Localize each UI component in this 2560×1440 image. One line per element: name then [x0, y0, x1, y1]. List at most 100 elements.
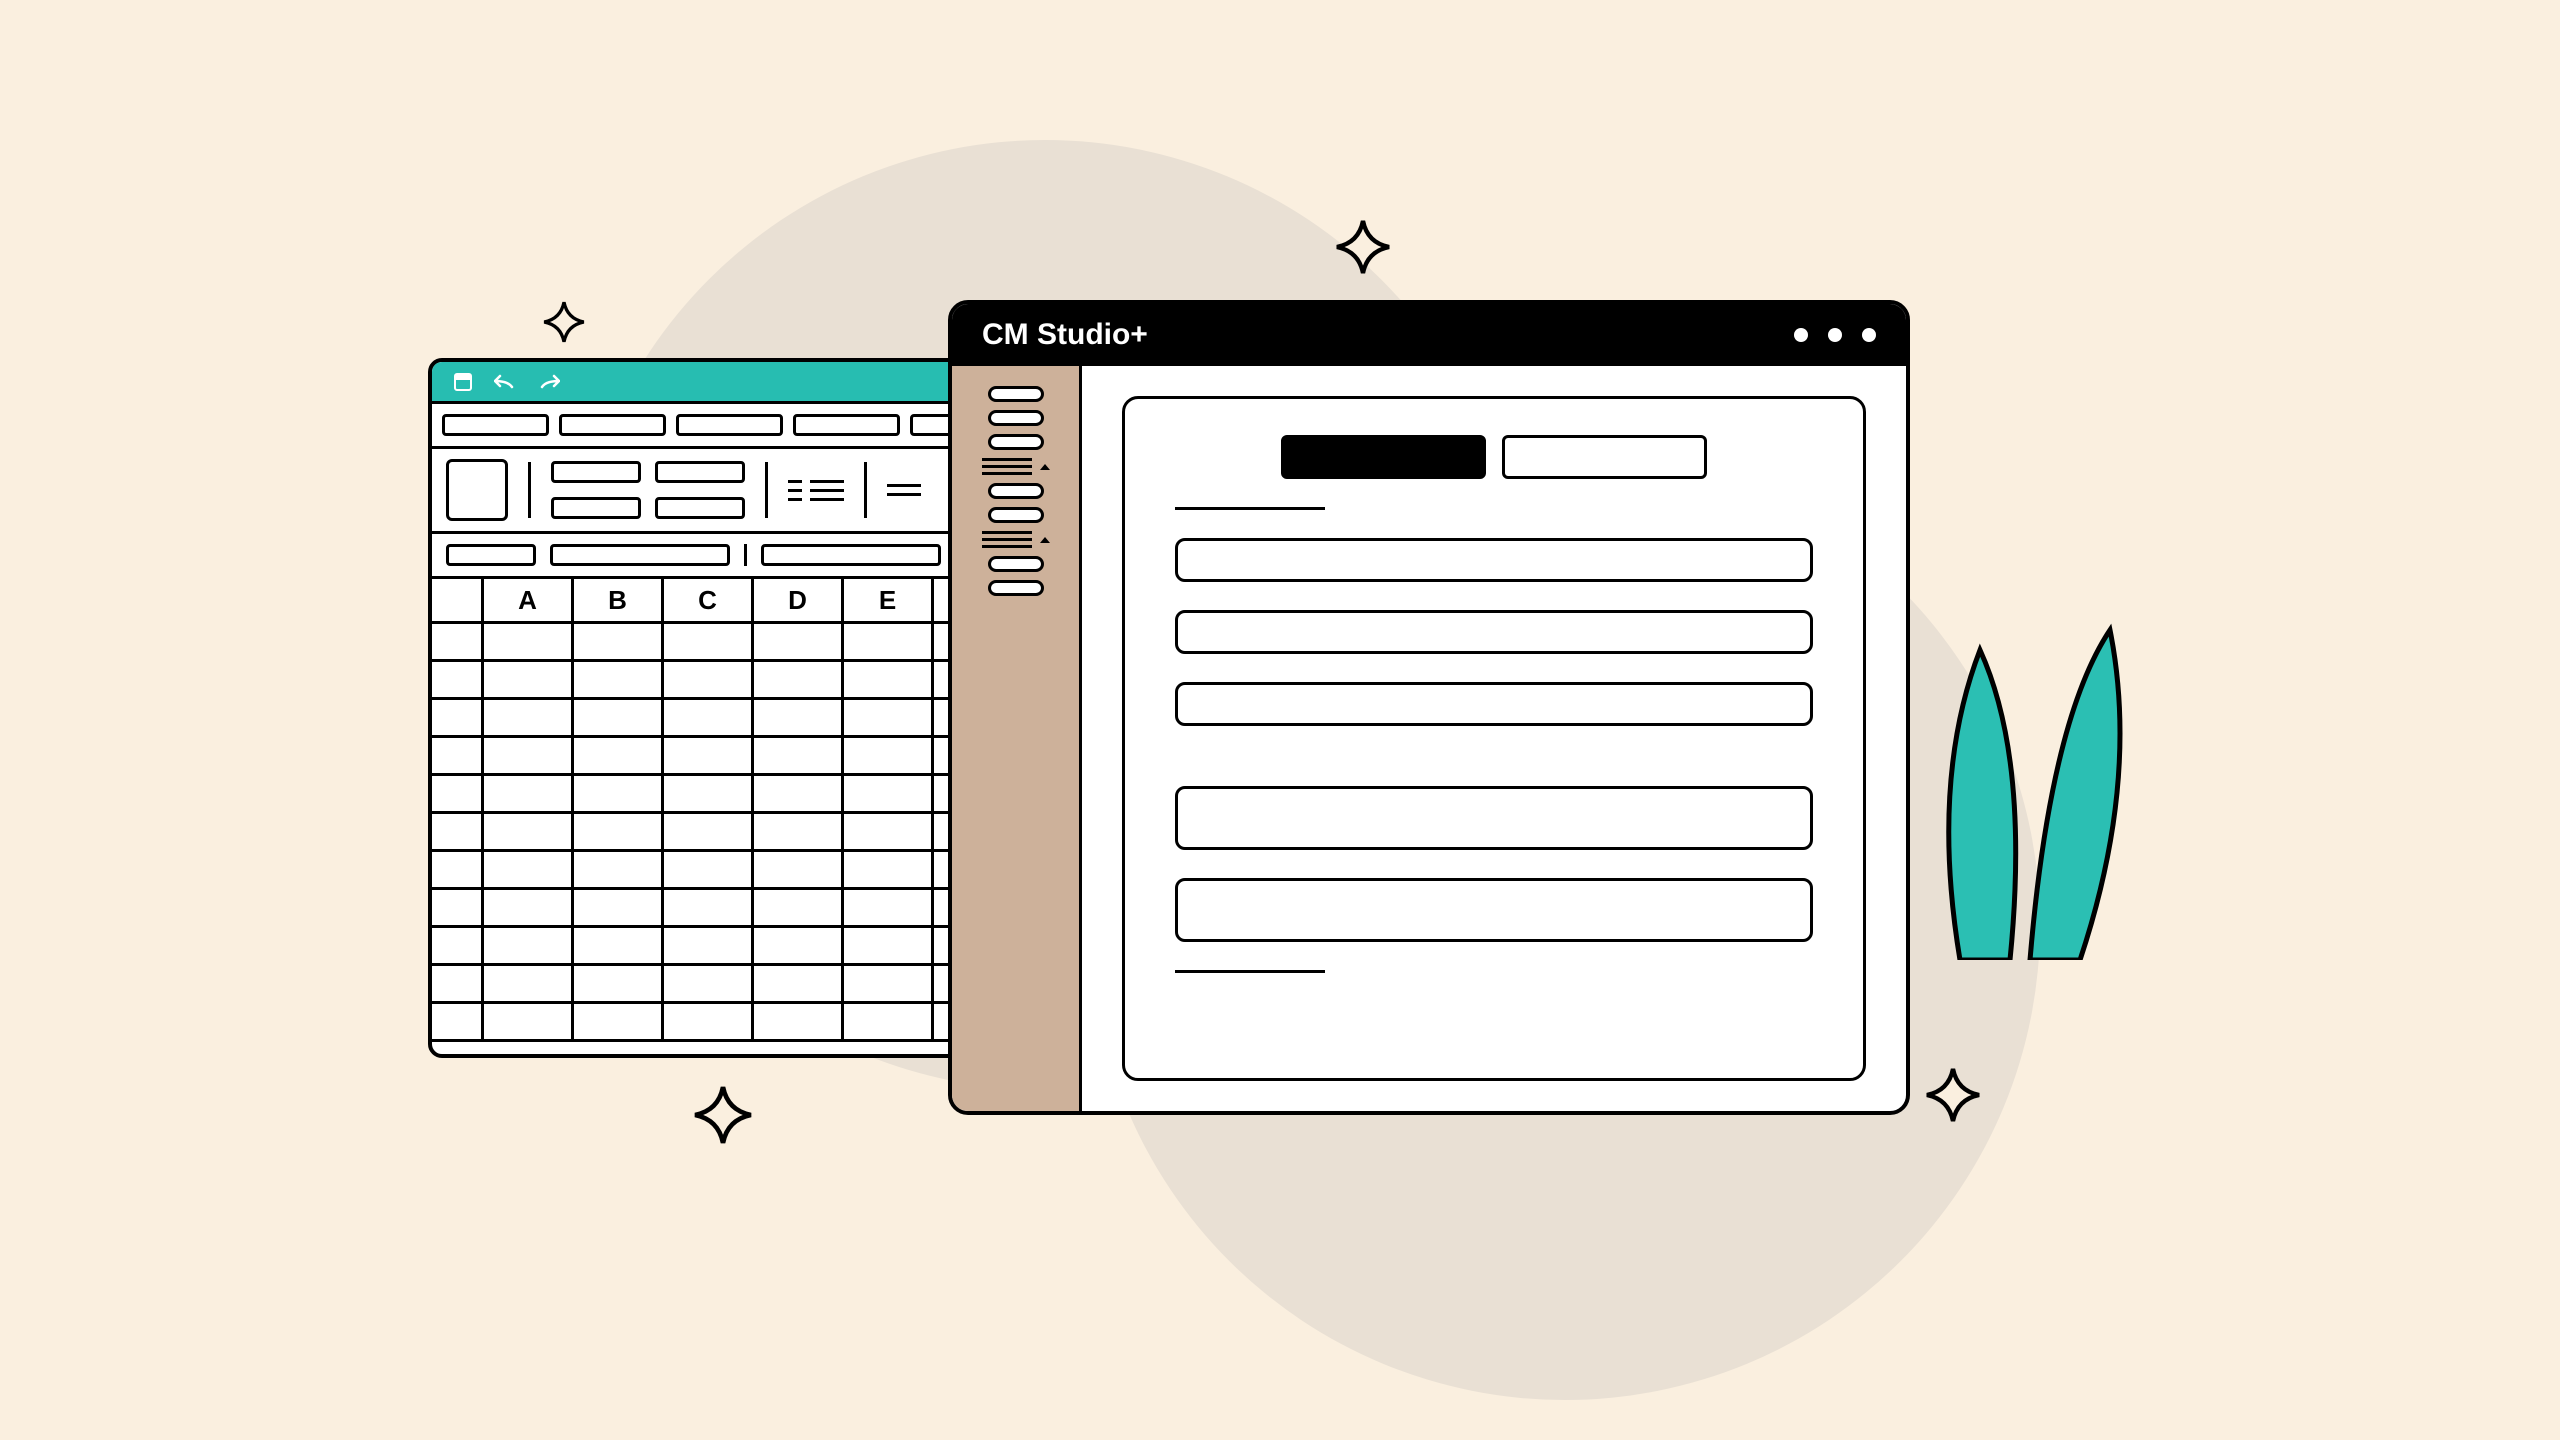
cell[interactable] — [574, 700, 664, 735]
cell[interactable] — [484, 776, 574, 811]
cell[interactable] — [754, 928, 844, 963]
cell[interactable] — [574, 966, 664, 1001]
cell[interactable] — [484, 966, 574, 1001]
sidebar-item[interactable] — [988, 434, 1044, 450]
cell[interactable] — [484, 814, 574, 849]
cell[interactable] — [844, 700, 934, 735]
window-control-dot[interactable] — [1794, 328, 1808, 342]
cell[interactable] — [484, 928, 574, 963]
cell[interactable] — [574, 662, 664, 697]
sidebar-group[interactable] — [982, 458, 1050, 475]
form-field[interactable] — [1175, 878, 1813, 942]
cell[interactable] — [664, 738, 754, 773]
format-button[interactable] — [655, 461, 745, 483]
sidebar-item[interactable] — [988, 386, 1044, 402]
undo-icon[interactable] — [494, 373, 516, 391]
cell[interactable] — [844, 890, 934, 925]
cell[interactable] — [844, 1004, 934, 1039]
sidebar-item[interactable] — [988, 483, 1044, 499]
sidebar-item[interactable] — [988, 410, 1044, 426]
cell[interactable] — [754, 776, 844, 811]
cell[interactable] — [844, 928, 934, 963]
column-header[interactable]: E — [844, 579, 934, 621]
window-control-dot[interactable] — [1862, 328, 1876, 342]
doc-tab[interactable] — [1502, 435, 1707, 479]
select-all-corner[interactable] — [432, 579, 484, 621]
column-header[interactable]: C — [664, 579, 754, 621]
cell[interactable] — [844, 662, 934, 697]
row-header[interactable] — [432, 776, 484, 811]
cell[interactable] — [844, 738, 934, 773]
cell[interactable] — [574, 624, 664, 659]
cell[interactable] — [844, 624, 934, 659]
cell[interactable] — [664, 1004, 754, 1039]
cell[interactable] — [844, 776, 934, 811]
form-field[interactable] — [1175, 538, 1813, 582]
row-header[interactable] — [432, 890, 484, 925]
row-header[interactable] — [432, 624, 484, 659]
form-field[interactable] — [1175, 786, 1813, 850]
cell[interactable] — [574, 928, 664, 963]
form-field[interactable] — [1175, 610, 1813, 654]
cell[interactable] — [844, 814, 934, 849]
save-icon[interactable] — [454, 373, 472, 391]
cell[interactable] — [484, 1004, 574, 1039]
cell[interactable] — [574, 814, 664, 849]
formula-bar[interactable] — [761, 544, 941, 566]
row-header[interactable] — [432, 966, 484, 1001]
window-control-dot[interactable] — [1828, 328, 1842, 342]
cell[interactable] — [754, 624, 844, 659]
sidebar-item[interactable] — [988, 556, 1044, 572]
align-options[interactable] — [788, 480, 844, 501]
cell[interactable] — [574, 738, 664, 773]
row-header[interactable] — [432, 700, 484, 735]
column-header[interactable]: A — [484, 579, 574, 621]
sidebar-item[interactable] — [988, 580, 1044, 596]
cell[interactable] — [754, 966, 844, 1001]
cell[interactable] — [754, 814, 844, 849]
menu-tab[interactable] — [676, 414, 783, 436]
cell[interactable] — [484, 700, 574, 735]
cell[interactable] — [574, 890, 664, 925]
cell[interactable] — [664, 928, 754, 963]
sidebar-item[interactable] — [988, 507, 1044, 523]
menu-tab[interactable] — [559, 414, 666, 436]
cell[interactable] — [754, 1004, 844, 1039]
cell[interactable] — [574, 852, 664, 887]
menu-tab[interactable] — [793, 414, 900, 436]
doc-tab-active[interactable] — [1281, 435, 1486, 479]
cell[interactable] — [484, 852, 574, 887]
cell[interactable] — [664, 814, 754, 849]
row-header[interactable] — [432, 814, 484, 849]
cell[interactable] — [574, 1004, 664, 1039]
cell[interactable] — [754, 852, 844, 887]
cell[interactable] — [664, 624, 754, 659]
row-header[interactable] — [432, 662, 484, 697]
format-button[interactable] — [655, 497, 745, 519]
cell[interactable] — [664, 966, 754, 1001]
cell[interactable] — [574, 776, 664, 811]
list-options[interactable] — [887, 484, 921, 496]
cell[interactable] — [484, 738, 574, 773]
cell[interactable] — [664, 662, 754, 697]
cell[interactable] — [754, 890, 844, 925]
menu-tab[interactable] — [442, 414, 549, 436]
cell[interactable] — [844, 852, 934, 887]
row-header[interactable] — [432, 852, 484, 887]
sidebar-group[interactable] — [982, 531, 1050, 548]
formula-bar[interactable] — [550, 544, 730, 566]
cell[interactable] — [664, 852, 754, 887]
cell[interactable] — [484, 624, 574, 659]
cell[interactable] — [664, 776, 754, 811]
cell[interactable] — [484, 662, 574, 697]
cell[interactable] — [844, 966, 934, 1001]
column-header[interactable]: B — [574, 579, 664, 621]
row-header[interactable] — [432, 928, 484, 963]
format-button[interactable] — [551, 461, 641, 483]
cell[interactable] — [664, 890, 754, 925]
format-button[interactable] — [551, 497, 641, 519]
cell[interactable] — [484, 890, 574, 925]
cell-ref-box[interactable] — [446, 544, 536, 566]
cell[interactable] — [754, 738, 844, 773]
form-field[interactable] — [1175, 682, 1813, 726]
